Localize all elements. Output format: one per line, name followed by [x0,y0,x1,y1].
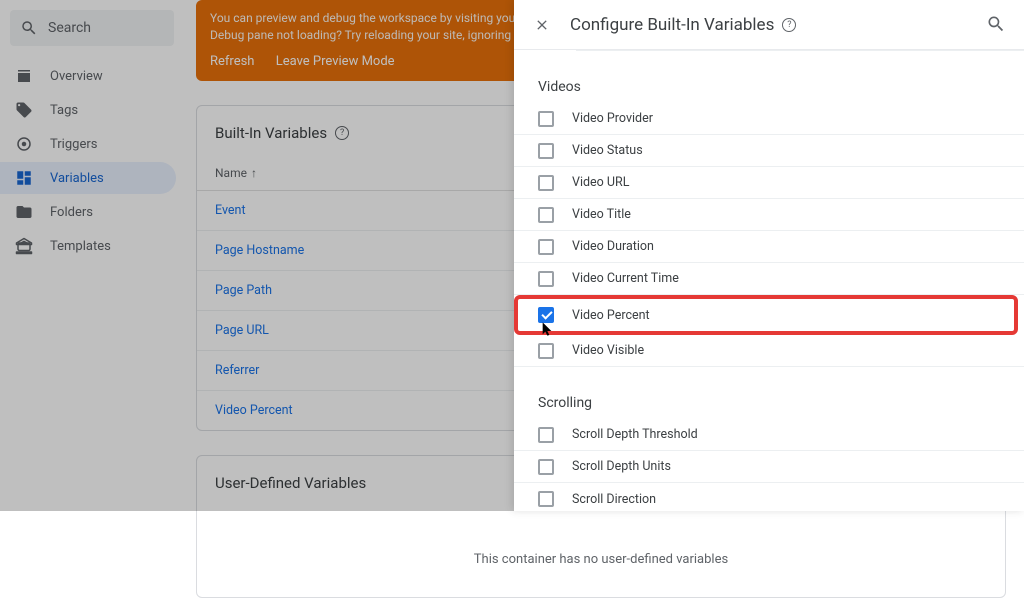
search-icon [20,19,38,37]
search-icon [986,14,1006,34]
close-icon [534,17,550,33]
nav-variables[interactable]: Variables [0,162,176,194]
folders-icon [14,202,34,222]
checkbox[interactable] [538,207,554,223]
refresh-button[interactable]: Refresh [210,54,254,69]
overview-icon [14,66,34,86]
variables-icon [14,168,34,188]
builtin-title: Built-In Variables [215,124,327,142]
sidebar: Search Overview Tags Triggers Variables … [0,0,184,511]
checkbox[interactable] [538,175,554,191]
checkbox-checked[interactable] [538,307,554,323]
option-video-current-time[interactable]: Video Current Time [514,263,1024,295]
nav-overview[interactable]: Overview [0,60,184,92]
close-button[interactable] [530,13,554,37]
help-icon[interactable]: ? [335,126,349,140]
option-video-duration[interactable]: Video Duration [514,231,1024,263]
checkbox[interactable] [538,491,554,507]
checkbox[interactable] [538,239,554,255]
tags-icon [14,100,34,120]
udv-title: User-Defined Variables [215,474,366,492]
help-icon[interactable]: ? [782,18,796,32]
checkbox[interactable] [538,343,554,359]
section-videos: Videos [514,51,1024,103]
sort-asc-icon: ↑ [251,166,257,180]
option-scroll-depth-threshold[interactable]: Scroll Depth Threshold [514,419,1024,451]
triggers-icon [14,134,34,154]
checkbox[interactable] [538,271,554,287]
leave-preview-button[interactable]: Leave Preview Mode [276,54,395,69]
option-video-title[interactable]: Video Title [514,199,1024,231]
templates-icon [14,236,34,256]
option-scroll-depth-units[interactable]: Scroll Depth Units [514,451,1024,483]
highlight-annotation: Video Percent [514,295,1018,335]
panel-body[interactable]: Videos Video Provider Video Status Video… [514,50,1024,511]
panel-search-button[interactable] [986,14,1008,36]
option-video-provider[interactable]: Video Provider [514,103,1024,135]
checkbox[interactable] [538,459,554,475]
option-video-url[interactable]: Video URL [514,167,1024,199]
panel-title: Configure Built-In Variables ? [570,15,986,35]
udv-empty-text: This container has no user-defined varia… [197,506,1005,597]
option-scroll-direction[interactable]: Scroll Direction [514,483,1024,511]
option-video-percent[interactable]: Video Percent [518,299,1014,331]
search-box[interactable]: Search [10,10,174,46]
checkbox[interactable] [538,427,554,443]
section-scrolling: Scrolling [514,367,1024,419]
checkbox[interactable] [538,143,554,159]
checkbox[interactable] [538,111,554,127]
nav-triggers[interactable]: Triggers [0,128,184,160]
nav-templates[interactable]: Templates [0,230,184,262]
search-placeholder: Search [48,20,91,36]
option-video-visible[interactable]: Video Visible [514,335,1024,367]
nav-folders[interactable]: Folders [0,196,184,228]
nav-tags[interactable]: Tags [0,94,184,126]
configure-panel: Configure Built-In Variables ? Videos Vi… [514,0,1024,511]
option-video-status[interactable]: Video Status [514,135,1024,167]
